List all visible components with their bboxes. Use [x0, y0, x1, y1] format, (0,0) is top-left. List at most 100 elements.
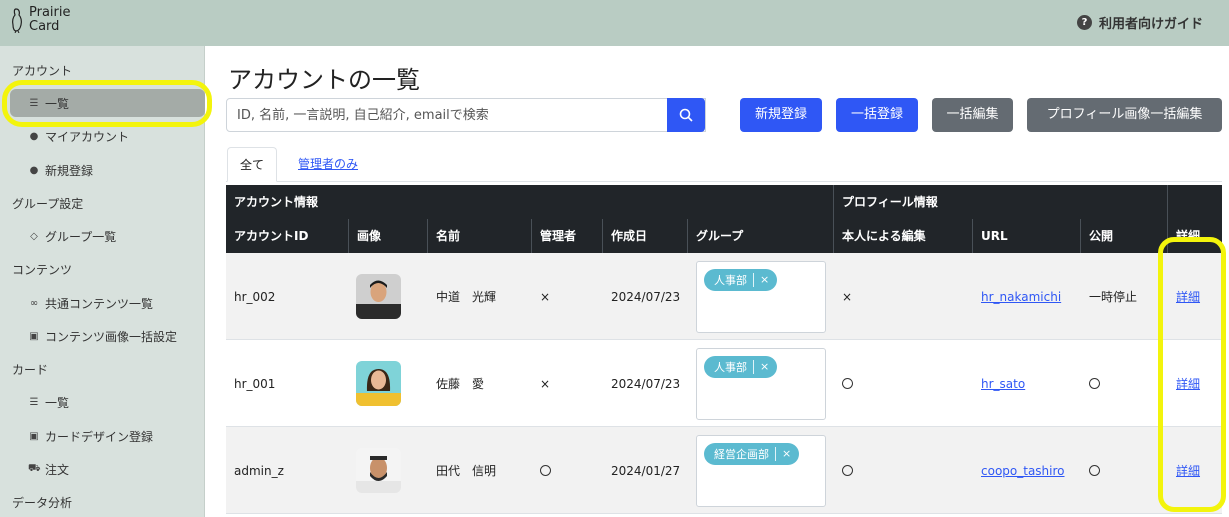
cell-admin: × — [540, 376, 551, 391]
cell-url: hr_sato — [973, 340, 1081, 427]
column-header-public: 公開 — [1081, 219, 1168, 253]
logo-figure-icon — [12, 8, 22, 33]
sidebar-section-analytics: データ分析 — [12, 496, 73, 510]
group-tag-label: 人事部 — [714, 273, 747, 287]
sidebar-section-card: カード — [12, 363, 49, 377]
search-icon — [679, 108, 693, 122]
new-register-button[interactable]: 新規登録 — [740, 98, 822, 132]
sidebar-item-label: カードデザイン登録 — [45, 430, 154, 444]
sidebar-item-card-design[interactable]: ▣ カードデザイン登録 — [28, 428, 153, 445]
sidebar-section-group: グループ設定 — [12, 197, 84, 211]
highlight-annotation-left — [2, 80, 212, 127]
sidebar-item-label: コンテンツ画像一括設定 — [45, 330, 178, 344]
group-tag-label: 経営企画部 — [714, 447, 769, 461]
cell-image — [349, 340, 428, 427]
avatar — [356, 274, 401, 319]
header-profile-info: プロフィール情報 — [834, 185, 1168, 219]
cell-account-id: hr_001 — [234, 376, 276, 391]
table-row: hr_001 佐藤 愛 × 2024/07/23 人事部 × hr_sato 詳… — [226, 340, 1222, 427]
cell-name: 佐藤 愛 — [436, 377, 485, 391]
remove-tag-icon[interactable]: × — [782, 447, 791, 460]
cell-url: coopo_tashiro — [973, 427, 1081, 514]
circle-icon — [842, 465, 853, 476]
avatar — [356, 448, 401, 493]
avatar — [356, 361, 401, 406]
cell-image — [349, 253, 428, 340]
group-select[interactable]: 人事部 × — [696, 260, 826, 333]
remove-tag-icon[interactable]: × — [760, 360, 769, 373]
cell-public — [1081, 427, 1168, 514]
header-account-info: アカウント情報 — [226, 185, 834, 219]
column-header-image: 画像 — [349, 219, 428, 253]
group-select[interactable]: 人事部 × — [696, 347, 826, 420]
highlight-annotation-right — [1158, 237, 1226, 512]
cell-image — [349, 427, 428, 514]
cell-name: 中道 光輝 — [436, 290, 497, 304]
search-input[interactable] — [226, 98, 706, 132]
user-icon: ● — [29, 131, 39, 142]
cell-public — [1081, 340, 1168, 427]
profile-url-link[interactable]: hr_sato — [981, 377, 1025, 391]
app-logo[interactable]: Prairie Card — [10, 6, 71, 34]
cell-account-id: admin_z — [234, 463, 284, 478]
sidebar-item-label: 一覧 — [45, 396, 70, 410]
main-content: アカウントの一覧 新規登録 一括登録 一括編集 プロフィール画像一括編集 全て … — [226, 46, 1229, 517]
user-guide-link[interactable]: ? 利用者向けガイド — [1076, 13, 1203, 32]
cell-group: 経営企画部 × — [688, 427, 834, 514]
sidebar-item-label: グループ一覧 — [45, 230, 117, 244]
sidebar-item-card-list[interactable]: ☰ 一覧 — [28, 394, 70, 411]
cell-self-edit: × — [842, 289, 853, 304]
list-icon: ☰ — [29, 397, 39, 408]
top-bar: Prairie Card ? 利用者向けガイド — [0, 0, 1229, 46]
tab-bar: 全て 管理者のみ — [226, 147, 1222, 182]
search-button[interactable] — [667, 98, 705, 132]
cell-created: 2024/07/23 — [611, 376, 681, 391]
profile-url-link[interactable]: coopo_tashiro — [981, 464, 1065, 478]
cell-admin: × — [540, 289, 551, 304]
profile-image-bulk-edit-button[interactable]: プロフィール画像一括編集 — [1027, 98, 1222, 132]
cell-admin — [532, 427, 603, 514]
group-select[interactable]: 経営企画部 × — [696, 434, 826, 507]
logo-text: Prairie Card — [29, 5, 71, 34]
profile-url-link[interactable]: hr_nakamichi — [981, 290, 1061, 304]
group-tag-label: 人事部 — [714, 360, 747, 374]
sidebar-item-order[interactable]: ⛟ 注文 — [28, 461, 69, 478]
sidebar-item-label: 共通コンテンツ一覧 — [45, 297, 154, 311]
column-header-admin: 管理者 — [532, 219, 603, 253]
sidebar-section-content: コンテンツ — [12, 263, 73, 277]
column-header-created[interactable]: 作成日 — [603, 219, 688, 253]
circle-icon — [1089, 378, 1100, 389]
remove-tag-icon[interactable]: × — [760, 273, 769, 286]
sidebar-item-my-account[interactable]: ● マイアカウント — [28, 128, 129, 145]
tab-admins-only[interactable]: 管理者のみ — [286, 147, 370, 182]
cell-name: 田代 信明 — [436, 464, 497, 478]
column-header-self-edit: 本人による編集 — [834, 219, 973, 253]
header-empty — [1168, 185, 1222, 219]
sidebar-item-content-image-bulk[interactable]: ▣ コンテンツ画像一括設定 — [28, 328, 177, 345]
cell-self-edit — [834, 340, 973, 427]
user-plus-icon: ● — [29, 165, 39, 176]
column-header-group: グループ — [688, 219, 834, 253]
tab-all[interactable]: 全て — [227, 147, 278, 182]
cell-url: hr_nakamichi — [973, 253, 1081, 340]
sidebar-item-group-list[interactable]: ◇ グループ一覧 — [28, 228, 116, 245]
table-header-row: アカウントID 画像 名前 管理者 作成日 グループ 本人による編集 URL 公… — [226, 219, 1222, 253]
sidebar-item-common-content[interactable]: ∞ 共通コンテンツ一覧 — [28, 295, 153, 312]
page-title: アカウントの一覧 — [228, 66, 420, 94]
bulk-edit-button[interactable]: 一括編集 — [932, 98, 1013, 132]
column-header-account-id[interactable]: アカウントID — [226, 219, 349, 253]
cell-self-edit — [834, 427, 973, 514]
circle-icon — [540, 465, 551, 476]
cell-created: 2024/01/27 — [611, 463, 681, 478]
sidebar-item-new-register[interactable]: ● 新規登録 — [28, 162, 93, 179]
group-tag: 人事部 × — [704, 355, 778, 378]
bulk-register-button[interactable]: 一括登録 — [836, 98, 918, 132]
user-guide-label: 利用者向けガイド — [1098, 17, 1203, 32]
circle-icon — [1089, 465, 1100, 476]
table-group-header-row: アカウント情報 プロフィール情報 — [226, 185, 1222, 219]
column-header-name[interactable]: 名前 — [428, 219, 532, 253]
help-icon: ? — [1076, 15, 1092, 30]
tag-icon: ◇ — [30, 231, 38, 242]
image-icon: ▣ — [29, 331, 39, 342]
group-tag: 経営企画部 × — [704, 442, 800, 465]
